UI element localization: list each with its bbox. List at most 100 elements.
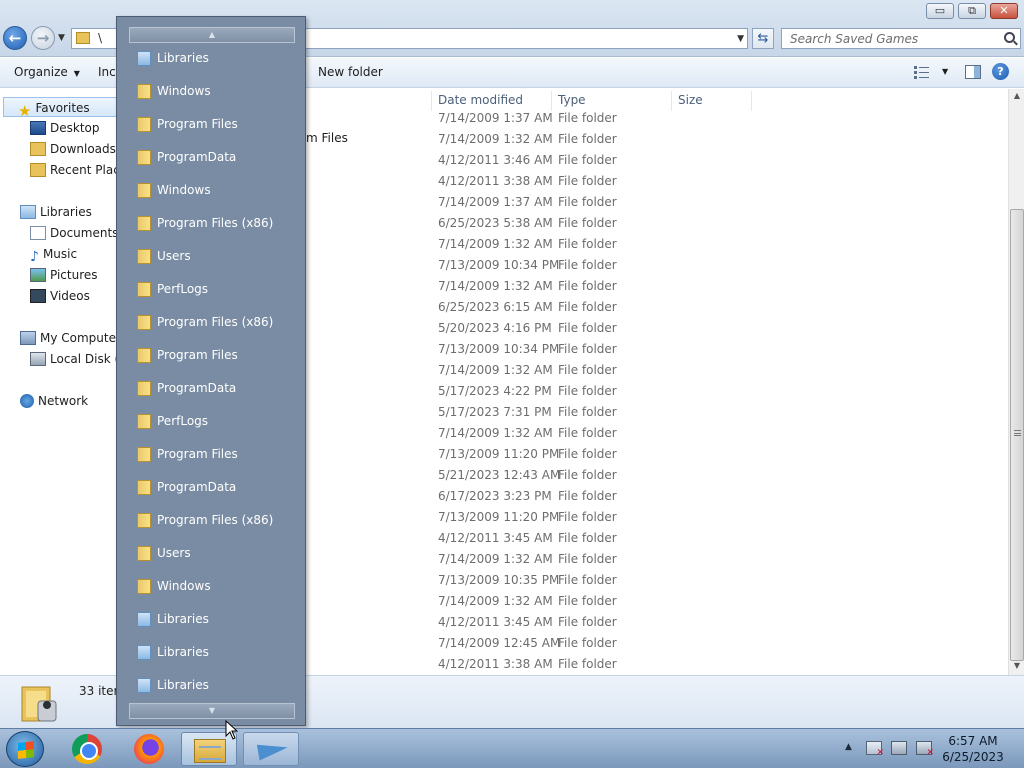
- column-date-modified[interactable]: Date modified: [438, 93, 523, 107]
- view-options-icon[interactable]: [914, 65, 930, 79]
- forward-button[interactable]: →: [31, 26, 55, 50]
- help-icon[interactable]: ?: [992, 63, 1009, 80]
- scrollbar-thumb[interactable]: [1010, 209, 1024, 661]
- table-row[interactable]: 7/13/2009 10:35 PM File folder: [305, 570, 1005, 591]
- nav-local-disk[interactable]: Local Disk (C:): [30, 349, 125, 369]
- system-clock[interactable]: 6:57 AM 6/25/2023: [940, 733, 1006, 765]
- back-button[interactable]: ←: [3, 26, 27, 50]
- table-row[interactable]: 7/14/2009 1:32 AM File folder: [305, 234, 1005, 255]
- dropdown-item[interactable]: Users: [117, 241, 305, 274]
- scroll-up-arrow-icon[interactable]: ▲: [129, 27, 295, 43]
- dropdown-item[interactable]: Windows: [117, 175, 305, 208]
- table-row[interactable]: 7/14/2009 1:32 AM File folder: [305, 129, 1005, 150]
- table-row[interactable]: 5/17/2023 4:22 PM File folder: [305, 381, 1005, 402]
- nav-music[interactable]: ♪ Music: [30, 244, 77, 265]
- table-row[interactable]: 7/14/2009 1:32 AM File folder: [305, 549, 1005, 570]
- recent-pages-dropdown[interactable]: ▼: [58, 33, 65, 43]
- dropdown-item[interactable]: ProgramData: [117, 472, 305, 505]
- taskbar-app-plane[interactable]: [243, 732, 299, 766]
- nav-pictures[interactable]: Pictures: [30, 265, 98, 285]
- table-row[interactable]: 7/13/2009 10:34 PM File folder: [305, 339, 1005, 360]
- dropdown-item[interactable]: Windows: [117, 571, 305, 604]
- column-type[interactable]: Type: [558, 93, 586, 107]
- table-row[interactable]: 7/14/2009 1:37 AM File folder: [305, 108, 1005, 129]
- search-input[interactable]: [782, 29, 992, 48]
- table-row[interactable]: 5/20/2023 4:16 PM File folder: [305, 318, 1005, 339]
- dropdown-item[interactable]: PerfLogs: [117, 274, 305, 307]
- volume-muted-icon[interactable]: [916, 741, 934, 758]
- nav-recent-places[interactable]: Recent Places: [30, 160, 125, 180]
- dropdown-item[interactable]: Program Files (x86): [117, 307, 305, 340]
- new-folder-button[interactable]: New folder: [318, 65, 383, 79]
- table-row[interactable]: 7/14/2009 1:37 AM File folder: [305, 192, 1005, 213]
- table-row[interactable]: 7/13/2009 11:20 PM File folder: [305, 507, 1005, 528]
- type-cell: File folder: [558, 153, 617, 167]
- dropdown-item[interactable]: Program Files: [117, 340, 305, 373]
- table-row[interactable]: 6/17/2023 3:23 PM File folder: [305, 486, 1005, 507]
- chevron-down-icon[interactable]: ▼: [737, 34, 744, 44]
- table-row[interactable]: 4/12/2011 3:45 AM File folder: [305, 612, 1005, 633]
- nav-favorites[interactable]: ★ Favorites: [3, 97, 121, 120]
- address-breadcrumb[interactable]: \: [98, 31, 102, 45]
- nav-libraries[interactable]: Libraries: [20, 202, 92, 222]
- maximize-button[interactable]: ⧉: [958, 3, 986, 19]
- chevron-down-icon[interactable]: ▼: [942, 67, 948, 76]
- vertical-scrollbar[interactable]: ▲ ▼: [1008, 89, 1024, 675]
- date-modified-cell: 7/14/2009 12:45 AM: [438, 636, 561, 650]
- nav-my-computer[interactable]: My Computer: [20, 328, 125, 348]
- dropdown-item[interactable]: Libraries: [117, 604, 305, 637]
- show-hidden-icons-arrow[interactable]: ▲: [845, 742, 852, 752]
- column-size[interactable]: Size: [678, 93, 703, 107]
- dropdown-item[interactable]: Program Files: [117, 109, 305, 142]
- nav-downloads[interactable]: Downloads: [30, 139, 116, 159]
- dropdown-item[interactable]: Program Files (x86): [117, 208, 305, 241]
- table-row[interactable]: 7/14/2009 1:32 AM File folder: [305, 276, 1005, 297]
- nav-network[interactable]: Network: [20, 391, 88, 411]
- table-row[interactable]: 4/12/2011 3:46 AM File folder: [305, 150, 1005, 171]
- date-modified-cell: 4/12/2011 3:45 AM: [438, 531, 553, 545]
- table-row[interactable]: 7/13/2009 10:34 PM File folder: [305, 255, 1005, 276]
- scroll-down-arrow-icon[interactable]: ▼: [1010, 659, 1024, 673]
- dropdown-item[interactable]: Program Files: [117, 439, 305, 472]
- taskbar-firefox[interactable]: [120, 732, 176, 766]
- table-row[interactable]: 7/14/2009 1:32 AM File folder: [305, 360, 1005, 381]
- start-button[interactable]: [6, 731, 44, 767]
- nav-documents[interactable]: Documents: [30, 223, 118, 243]
- table-row[interactable]: 6/25/2023 6:15 AM File folder: [305, 297, 1005, 318]
- table-row[interactable]: 4/12/2011 3:45 AM File folder: [305, 528, 1005, 549]
- recent-places-icon: [30, 162, 46, 177]
- dropdown-item[interactable]: Libraries: [117, 637, 305, 670]
- preview-pane-icon[interactable]: [965, 65, 981, 79]
- table-row[interactable]: 7/14/2009 1:32 AM File folder: [305, 591, 1005, 612]
- taskbar-chrome[interactable]: [58, 732, 114, 766]
- dropdown-item[interactable]: PerfLogs: [117, 406, 305, 439]
- table-row[interactable]: 4/12/2011 3:38 AM File folder: [305, 654, 1005, 675]
- search-icon[interactable]: [1004, 32, 1015, 43]
- table-row[interactable]: 7/14/2009 12:45 AM File folder: [305, 633, 1005, 654]
- close-button[interactable]: ✕: [990, 3, 1018, 19]
- dropdown-item[interactable]: Users: [117, 538, 305, 571]
- table-row[interactable]: 6/25/2023 5:38 AM File folder: [305, 213, 1005, 234]
- include-in-library-button[interactable]: Inc: [98, 65, 116, 79]
- table-row[interactable]: 5/17/2023 7:31 PM File folder: [305, 402, 1005, 423]
- table-row[interactable]: 7/14/2009 1:32 AM File folder: [305, 423, 1005, 444]
- dropdown-item[interactable]: ProgramData: [117, 373, 305, 406]
- network-tray-icon[interactable]: [891, 741, 907, 755]
- dropdown-item[interactable]: Libraries: [117, 670, 305, 703]
- organize-button[interactable]: Organize ▼: [14, 65, 80, 79]
- scroll-up-arrow-icon[interactable]: ▲: [1010, 89, 1024, 103]
- table-row[interactable]: 7/13/2009 11:20 PM File folder: [305, 444, 1005, 465]
- dropdown-item[interactable]: Libraries: [117, 43, 305, 76]
- dropdown-item[interactable]: Windows: [117, 76, 305, 109]
- table-row[interactable]: 5/21/2023 12:43 AM File folder: [305, 465, 1005, 486]
- dropdown-item[interactable]: Program Files (x86): [117, 505, 305, 538]
- minimize-button[interactable]: ▭: [926, 3, 954, 19]
- table-row[interactable]: 4/12/2011 3:38 AM File folder: [305, 171, 1005, 192]
- search-box[interactable]: [781, 28, 1021, 49]
- dropdown-item[interactable]: ProgramData: [117, 142, 305, 175]
- scroll-down-arrow-icon[interactable]: ▼: [129, 703, 295, 719]
- refresh-button[interactable]: ⇆: [752, 28, 774, 49]
- nav-videos[interactable]: Videos: [30, 286, 90, 306]
- nav-desktop[interactable]: Desktop: [30, 118, 100, 138]
- action-center-icon[interactable]: [866, 741, 884, 758]
